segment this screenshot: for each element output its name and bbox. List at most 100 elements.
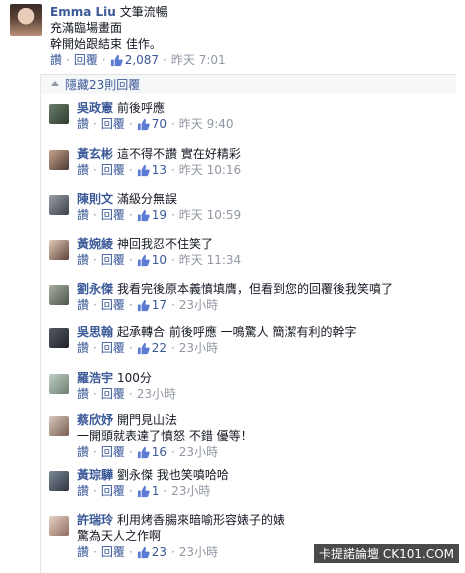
- comment-body: 陳則文 滿級分無誤讚 · 回覆 · 19 · 昨天 10:59: [77, 191, 449, 223]
- reply-button[interactable]: 回覆: [101, 544, 125, 560]
- hide-replies-label[interactable]: 隱藏23則回覆: [65, 77, 140, 93]
- author-name[interactable]: 黃婉綾: [77, 237, 113, 251]
- comment-text: 驚為天人之作啊: [77, 529, 162, 543]
- comment-first-line: 吳政憲 前後呼應: [77, 100, 449, 116]
- like-button[interactable]: 讚: [77, 444, 89, 460]
- like-count[interactable]: 1: [137, 483, 159, 499]
- comment-first-line: 羅浩宇 100分: [77, 370, 449, 386]
- thumbs-up-icon: [137, 342, 150, 354]
- like-count[interactable]: 10: [137, 252, 167, 268]
- like-button[interactable]: 讚: [77, 116, 89, 132]
- author-name[interactable]: Emma Liu: [50, 5, 116, 19]
- reply-button[interactable]: 回覆: [101, 483, 125, 499]
- avatar[interactable]: [49, 150, 69, 170]
- reply-button[interactable]: 回覆: [101, 207, 125, 223]
- reply-button[interactable]: 回覆: [101, 297, 125, 313]
- separator: ·: [163, 484, 168, 498]
- separator: ·: [128, 163, 133, 177]
- comment-actions: 讚 · 回覆 · 23小時: [77, 386, 449, 402]
- avatar[interactable]: [10, 4, 42, 36]
- like-count[interactable]: 2,087: [110, 52, 159, 68]
- timestamp[interactable]: 23小時: [171, 483, 210, 499]
- like-count[interactable]: 19: [137, 207, 167, 223]
- reply-button[interactable]: 回覆: [101, 444, 125, 460]
- like-button[interactable]: 讚: [77, 386, 89, 402]
- separator: ·: [170, 208, 175, 222]
- author-name[interactable]: 許瑞玲: [77, 513, 113, 527]
- like-button[interactable]: 讚: [77, 162, 89, 178]
- like-count[interactable]: 16: [137, 444, 167, 460]
- like-count[interactable]: 23: [137, 544, 167, 560]
- avatar[interactable]: [49, 374, 69, 394]
- author-name[interactable]: 蔡欣妤: [77, 413, 113, 427]
- reply-button[interactable]: 回覆: [101, 116, 125, 132]
- separator: ·: [170, 298, 175, 312]
- avatar[interactable]: [49, 285, 69, 305]
- separator: ·: [93, 445, 97, 459]
- like-button[interactable]: 讚: [77, 252, 89, 268]
- like-button[interactable]: 讚: [50, 52, 62, 68]
- timestamp[interactable]: 23小時: [179, 444, 218, 460]
- separator: ·: [128, 253, 133, 267]
- watermark: 卡提諾論壇 CK101.COM: [314, 544, 459, 563]
- like-count[interactable]: 70: [137, 116, 167, 132]
- author-name[interactable]: 黃玄彬: [77, 147, 113, 161]
- timestamp[interactable]: 23小時: [137, 386, 176, 402]
- comment-body: 黃婉綾 神回我忍不住笑了讚 · 回覆 · 10 · 昨天 11:34: [77, 236, 449, 268]
- separator: ·: [170, 545, 175, 559]
- author-name[interactable]: 黃琮驊: [77, 468, 113, 482]
- separator: ·: [128, 387, 133, 401]
- timestamp[interactable]: 昨天 11:34: [179, 252, 241, 268]
- separator: ·: [93, 341, 97, 355]
- reply-button[interactable]: 回覆: [101, 340, 125, 356]
- reply-button[interactable]: 回覆: [74, 52, 98, 68]
- comment-first-line: 劉永傑 我看完後原本義憤填膺，但看到您的回覆後我笑噴了: [77, 281, 449, 297]
- like-count-value: 2,087: [124, 53, 160, 67]
- avatar[interactable]: [49, 416, 69, 436]
- author-name[interactable]: 羅浩宇: [77, 371, 113, 385]
- separator: ·: [128, 341, 133, 355]
- like-button[interactable]: 讚: [77, 483, 89, 499]
- like-count[interactable]: 13: [137, 162, 167, 178]
- comment-actions: 讚 · 回覆 · 19 · 昨天 10:59: [77, 207, 449, 223]
- like-button[interactable]: 讚: [77, 207, 89, 223]
- comment-actions: 讚 · 回覆 · 22 · 23小時: [77, 340, 449, 356]
- avatar[interactable]: [49, 240, 69, 260]
- hide-replies-toggle[interactable]: 隱藏23則回覆: [41, 74, 456, 94]
- timestamp[interactable]: 昨天 7:01: [171, 52, 226, 68]
- comment-text: 開門見山法: [117, 413, 178, 427]
- timestamp[interactable]: 23小時: [179, 544, 218, 560]
- comment-actions: 讚 · 回覆 · 1 · 23小時: [77, 483, 449, 499]
- avatar[interactable]: [49, 104, 69, 124]
- separator: ·: [93, 163, 97, 177]
- reply-button[interactable]: 回覆: [101, 386, 125, 402]
- author-name[interactable]: 陳則文: [77, 192, 113, 206]
- comment-actions: 讚 · 回覆 · 13 · 昨天 10:16: [77, 162, 449, 178]
- caret-up-icon: [51, 81, 59, 86]
- timestamp[interactable]: 昨天 10:59: [179, 207, 241, 223]
- timestamp[interactable]: 昨天 9:40: [179, 116, 234, 132]
- avatar[interactable]: [49, 328, 69, 348]
- separator: ·: [170, 253, 175, 267]
- author-name[interactable]: 吳思翰: [77, 325, 113, 339]
- avatar[interactable]: [49, 516, 69, 536]
- like-button[interactable]: 讚: [77, 544, 89, 560]
- comment-actions: 讚 · 回覆 · 10 · 昨天 11:34: [77, 252, 449, 268]
- avatar[interactable]: [49, 471, 69, 491]
- like-count[interactable]: 17: [137, 297, 167, 313]
- author-name[interactable]: 吳政憲: [77, 101, 113, 115]
- timestamp[interactable]: 昨天 10:16: [179, 162, 241, 178]
- reply-button[interactable]: 回覆: [101, 162, 125, 178]
- timestamp[interactable]: 23小時: [179, 340, 218, 356]
- reply-button[interactable]: 回覆: [101, 252, 125, 268]
- timestamp[interactable]: 23小時: [179, 297, 218, 313]
- comment-first-line: 黃婉綾 神回我忍不住笑了: [77, 236, 449, 252]
- comment-text: 充滿臨場畫面: [50, 21, 123, 35]
- like-count-value: 22: [151, 341, 167, 355]
- avatar[interactable]: [49, 195, 69, 215]
- comment-actions: 讚 · 回覆 · 2,087 · 昨天 7:01: [50, 52, 455, 68]
- like-button[interactable]: 讚: [77, 297, 89, 313]
- like-button[interactable]: 讚: [77, 340, 89, 356]
- author-name[interactable]: 劉永傑: [77, 282, 113, 296]
- like-count[interactable]: 22: [137, 340, 167, 356]
